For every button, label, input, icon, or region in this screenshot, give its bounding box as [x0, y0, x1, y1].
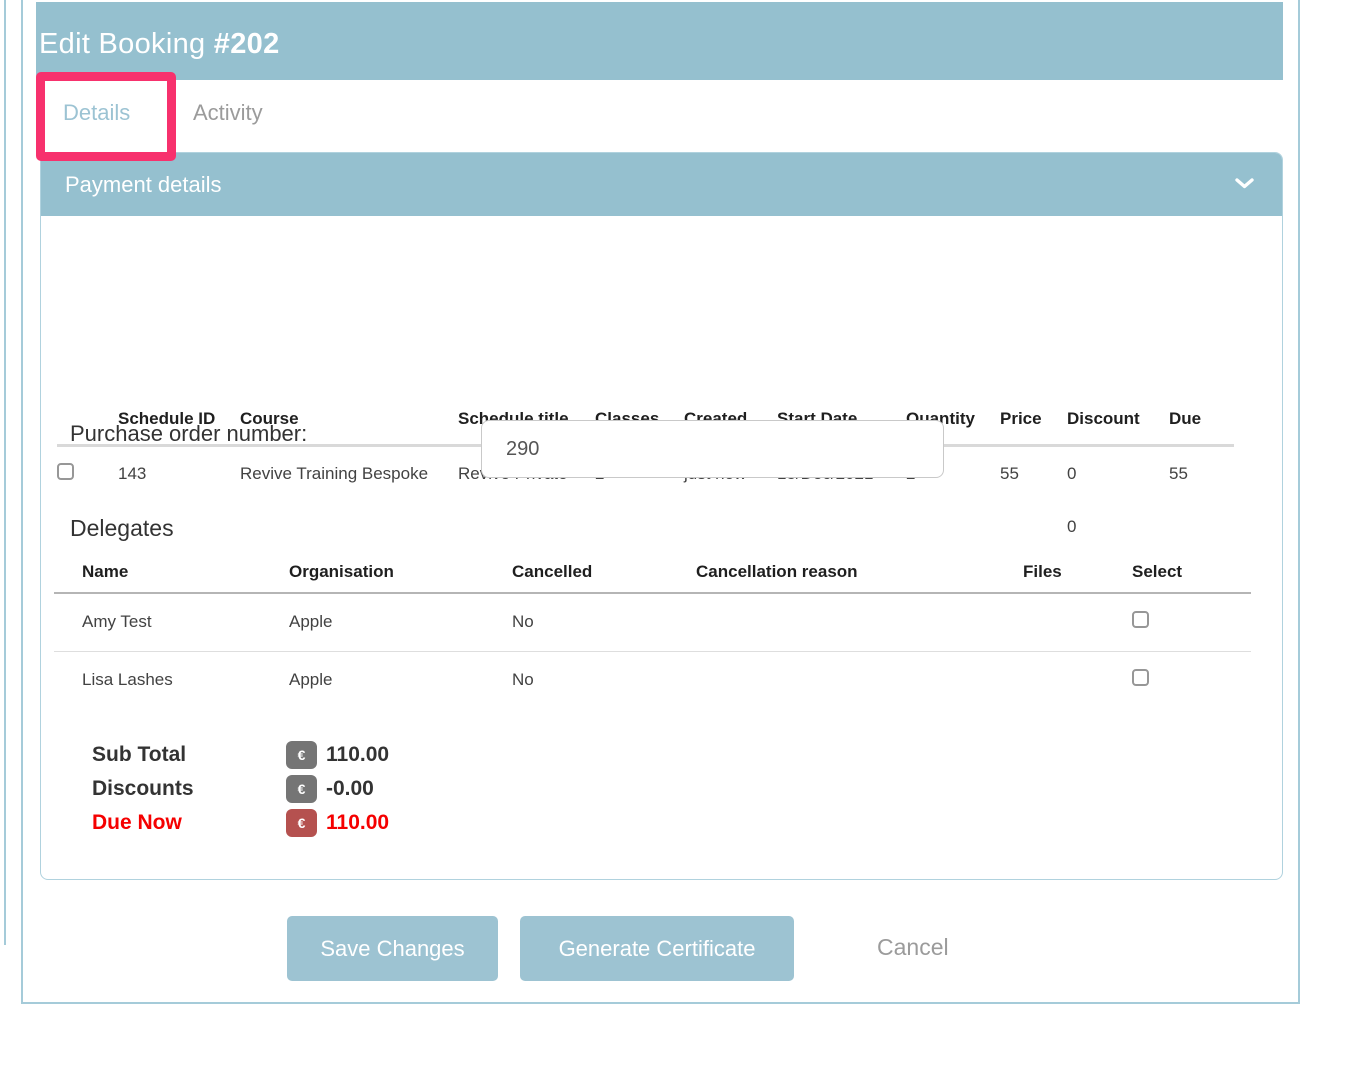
delegate-cancelled-cell: No [512, 593, 696, 651]
edit-booking-modal: Edit Booking #202 Details Activity Payme… [21, 0, 1300, 1004]
screen: Edit Booking #202 Details Activity Payme… [0, 0, 1358, 1068]
schedule-col-header: Price [1000, 395, 1067, 445]
delegates-col-header: Cancelled [512, 551, 696, 593]
tab-details-label: Details [63, 100, 130, 126]
discount-cell: 0 [1067, 445, 1169, 501]
payment-details-header[interactable]: Payment details [41, 153, 1282, 216]
discount-total-cell: 0 [1067, 501, 1169, 553]
page-edge-line [4, 0, 6, 945]
delegate-row: Amy Test Apple No [54, 593, 1251, 651]
due-now-row: Due Now € 110.00 [92, 806, 389, 840]
delegate-cancelled-cell: No [512, 651, 696, 709]
schedule-col-header: Discount [1067, 395, 1169, 445]
schedule-row-checkbox[interactable] [57, 463, 74, 480]
cancel-button[interactable]: Cancel [877, 934, 949, 961]
chevron-down-icon[interactable] [1235, 176, 1254, 194]
euro-badge-icon: € [286, 741, 317, 769]
discounts-label: Discounts [92, 777, 286, 801]
delegates-table: Name Organisation Cancelled Cancellation… [54, 551, 1251, 709]
purchase-order-label: Purchase order number: [70, 421, 307, 447]
delegates-header-row: Name Organisation Cancelled Cancellation… [54, 551, 1251, 593]
delegate-files-cell [1023, 593, 1132, 651]
delegate-row: Lisa Lashes Apple No [54, 651, 1251, 709]
delegates-col-header: Select [1132, 551, 1251, 593]
tab-activity[interactable]: Activity [193, 80, 263, 145]
due-now-value: 110.00 [326, 811, 389, 835]
delegate-org-cell: Apple [289, 651, 512, 709]
delegate-reason-cell [696, 651, 1023, 709]
purchase-order-input[interactable] [481, 420, 944, 478]
discounts-row: Discounts € -0.00 [92, 772, 389, 806]
tab-bar: Details Activity [36, 80, 1283, 145]
delegates-col-header: Organisation [289, 551, 512, 593]
delegate-reason-cell [696, 593, 1023, 651]
discounts-value: -0.00 [326, 777, 374, 801]
booking-number: #202 [214, 28, 280, 60]
subtotal-row: Sub Total € 110.00 [92, 738, 389, 772]
delegate-select-checkbox[interactable] [1132, 611, 1149, 628]
course-cell: Revive Training Bespoke [240, 445, 458, 501]
delegates-col-header: Name [54, 551, 289, 593]
modal-header: Edit Booking #202 [36, 2, 1283, 80]
tab-details[interactable]: Details [63, 80, 130, 145]
delegate-files-cell [1023, 651, 1132, 709]
delegates-heading: Delegates [70, 515, 174, 542]
subtotal-label: Sub Total [92, 743, 286, 767]
due-cell: 55 [1169, 445, 1234, 501]
euro-badge-icon: € [286, 775, 317, 803]
due-now-label: Due Now [92, 811, 286, 835]
payment-details-title: Payment details [65, 172, 222, 198]
subtotal-value: 110.00 [326, 743, 389, 767]
save-changes-button[interactable]: Save Changes [287, 916, 498, 981]
schedule-discount-total-row: 0 [57, 501, 1234, 553]
delegates-col-header: Files [1023, 551, 1132, 593]
payment-details-panel: Payment details Schedule ID Course [40, 152, 1283, 880]
schedule-col-header: Due [1169, 395, 1234, 445]
delegate-org-cell: Apple [289, 593, 512, 651]
generate-certificate-button[interactable]: Generate Certificate [520, 916, 794, 981]
delegate-name-cell: Amy Test [54, 593, 289, 651]
euro-badge-icon: € [286, 809, 317, 837]
tab-activity-label: Activity [193, 100, 263, 126]
page-title-prefix: Edit Booking [39, 28, 214, 60]
delegate-name-cell: Lisa Lashes [54, 651, 289, 709]
totals-block: Sub Total € 110.00 Discounts € -0.00 Due… [92, 738, 389, 840]
price-cell: 55 [1000, 445, 1067, 501]
schedule-id-cell: 143 [118, 445, 240, 501]
delegates-col-header: Cancellation reason [696, 551, 1023, 593]
delegate-select-checkbox[interactable] [1132, 669, 1149, 686]
page-title: Edit Booking #202 [39, 28, 280, 61]
